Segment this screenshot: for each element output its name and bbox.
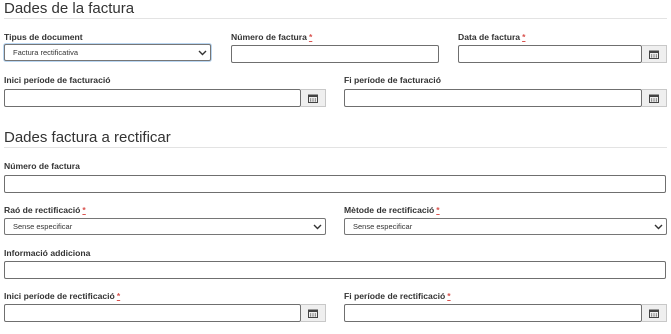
rao-rectificacio-select[interactable]: Sense especificar bbox=[4, 218, 326, 235]
required-mark: * bbox=[522, 32, 526, 42]
rao-rectificacio-value: Sense especificar bbox=[13, 222, 73, 231]
informacio-addiciona-label: Informació addiciona bbox=[4, 248, 91, 258]
tipus-document-value: Factura rectificativa bbox=[13, 48, 79, 57]
metode-rectificacio-select[interactable]: Sense especificar bbox=[344, 218, 667, 235]
rect-numero-factura-label: Número de factura bbox=[4, 161, 80, 171]
rao-rectificacio-label: Raó de rectificació * bbox=[4, 205, 86, 215]
inici-periode-label: Inici període de facturació bbox=[4, 75, 111, 85]
required-mark: * bbox=[308, 32, 313, 42]
fi-periode-input[interactable] bbox=[344, 89, 642, 107]
tipus-document-label: Tipus de document bbox=[4, 32, 83, 42]
chevron-down-icon bbox=[196, 47, 208, 59]
inici-periode-input[interactable] bbox=[4, 89, 301, 107]
section-title-dades-factura: Dades de la factura bbox=[4, 0, 135, 17]
fi-periode-label: Fi període de facturació bbox=[344, 75, 441, 85]
fi-periode-rectificacio-label: Fi període de rectificació * bbox=[344, 291, 451, 301]
required-mark: * bbox=[116, 291, 121, 301]
rect-numero-factura-input[interactable] bbox=[4, 175, 666, 193]
calendar-icon bbox=[649, 94, 659, 103]
metode-rectificacio-value: Sense especificar bbox=[353, 222, 413, 231]
section-divider bbox=[4, 18, 667, 19]
data-factura-label: Data de factura * bbox=[458, 32, 526, 42]
calendar-icon bbox=[649, 50, 659, 59]
tipus-document-select[interactable]: Factura rectificativa bbox=[4, 44, 211, 61]
fi-periode-rectificacio-input[interactable] bbox=[344, 304, 642, 322]
section-title-dades-factura-rectificar: Dades factura a rectificar bbox=[4, 129, 171, 146]
calendar-icon bbox=[649, 309, 659, 318]
calendar-icon bbox=[308, 94, 318, 103]
section-divider bbox=[4, 147, 667, 148]
inici-periode-rectificacio-calendar-button[interactable] bbox=[301, 304, 326, 322]
data-factura-input[interactable] bbox=[458, 45, 642, 63]
required-mark: * bbox=[436, 205, 440, 215]
numero-factura-input[interactable] bbox=[231, 45, 439, 63]
inici-periode-rectificacio-input[interactable] bbox=[4, 304, 301, 322]
fi-periode-calendar-button[interactable] bbox=[642, 89, 667, 107]
chevron-down-icon bbox=[652, 221, 664, 233]
required-mark: * bbox=[82, 205, 86, 215]
inici-periode-calendar-button[interactable] bbox=[301, 89, 326, 107]
required-mark: * bbox=[447, 291, 451, 301]
chevron-down-icon bbox=[311, 221, 323, 233]
numero-factura-label: Número de factura * bbox=[231, 32, 313, 42]
calendar-icon bbox=[308, 309, 318, 318]
fi-periode-rectificacio-calendar-button[interactable] bbox=[642, 304, 667, 322]
informacio-addiciona-input[interactable] bbox=[4, 261, 666, 279]
inici-periode-rectificacio-label: Inici període de rectificació * bbox=[4, 291, 121, 301]
data-factura-calendar-button[interactable] bbox=[642, 45, 667, 63]
metode-rectificacio-label: Mètode de rectificació * bbox=[344, 205, 440, 215]
